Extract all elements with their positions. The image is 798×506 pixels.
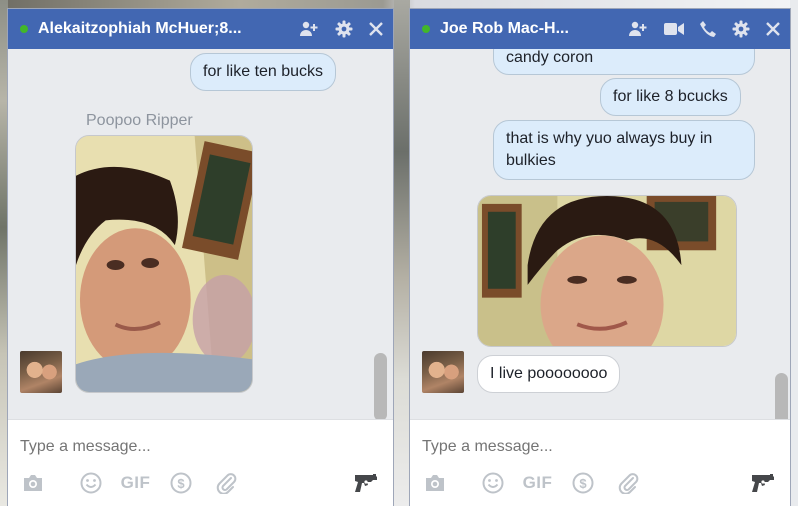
background-page-middle xyxy=(394,0,410,506)
scrollbar-thumb[interactable] xyxy=(374,353,387,419)
emoji-icon[interactable] xyxy=(68,470,113,496)
emoji-icon[interactable] xyxy=(470,470,515,496)
outgoing-message: that is why yuo always buy in bulkies xyxy=(493,120,755,180)
close-icon[interactable] xyxy=(766,22,780,36)
add-people-icon[interactable] xyxy=(628,21,648,37)
contact-avatar[interactable] xyxy=(422,351,464,393)
gif-icon[interactable]: GIF xyxy=(113,470,158,496)
chat-window-1: Alekaitzophiah McHuer;8... for like ten … xyxy=(7,8,394,506)
message-input[interactable] xyxy=(20,438,320,456)
money-icon[interactable]: $ xyxy=(560,470,605,496)
close-icon[interactable] xyxy=(369,22,383,36)
outgoing-message: for like 8 bcucks xyxy=(600,78,741,116)
paperclip-icon[interactable] xyxy=(203,470,248,496)
message-input[interactable] xyxy=(422,438,722,456)
contact-avatar[interactable] xyxy=(20,351,62,393)
outgoing-message: candy coron xyxy=(493,49,755,75)
video-icon[interactable] xyxy=(664,22,684,36)
chat-titlebar[interactable]: Joe Rob Mac-H... xyxy=(410,9,790,49)
svg-text:$: $ xyxy=(177,476,185,491)
outgoing-message: for like ten bucks xyxy=(190,53,337,91)
gif-icon[interactable]: GIF xyxy=(515,470,560,496)
message-list[interactable]: for like ten bucks Poopoo Ripper xyxy=(8,49,393,419)
gear-icon[interactable] xyxy=(335,20,353,38)
gear-icon[interactable] xyxy=(732,20,750,38)
money-icon[interactable]: $ xyxy=(158,470,203,496)
photo-message[interactable] xyxy=(75,135,253,393)
chat-title[interactable]: Joe Rob Mac-H... xyxy=(440,20,620,38)
scrollbar-thumb[interactable] xyxy=(775,373,788,419)
add-people-icon[interactable] xyxy=(299,21,319,37)
composer: GIF $ xyxy=(410,419,790,506)
paperclip-icon[interactable] xyxy=(605,470,650,496)
chat-window-2: Joe Rob Mac-H... candy coron for like 8 … xyxy=(409,8,791,506)
background-page-right xyxy=(790,0,798,506)
online-status-dot xyxy=(422,25,430,33)
chat-titlebar[interactable]: Alekaitzophiah McHuer;8... xyxy=(8,9,393,49)
composer: GIF $ xyxy=(8,419,393,506)
svg-text:$: $ xyxy=(579,476,587,491)
message-list[interactable]: candy coron for like 8 bcucks that is wh… xyxy=(410,49,790,419)
online-status-dot xyxy=(20,25,28,33)
gun-icon[interactable] xyxy=(353,472,379,499)
incoming-message: I live poooooooo xyxy=(477,355,621,393)
camera-icon[interactable] xyxy=(22,470,46,496)
phone-icon[interactable] xyxy=(700,21,716,37)
gun-icon[interactable] xyxy=(750,472,776,499)
camera-icon[interactable] xyxy=(424,470,448,496)
chat-title[interactable]: Alekaitzophiah McHuer;8... xyxy=(38,20,291,38)
sender-name: Poopoo Ripper xyxy=(86,112,193,129)
photo-message[interactable] xyxy=(477,195,737,347)
